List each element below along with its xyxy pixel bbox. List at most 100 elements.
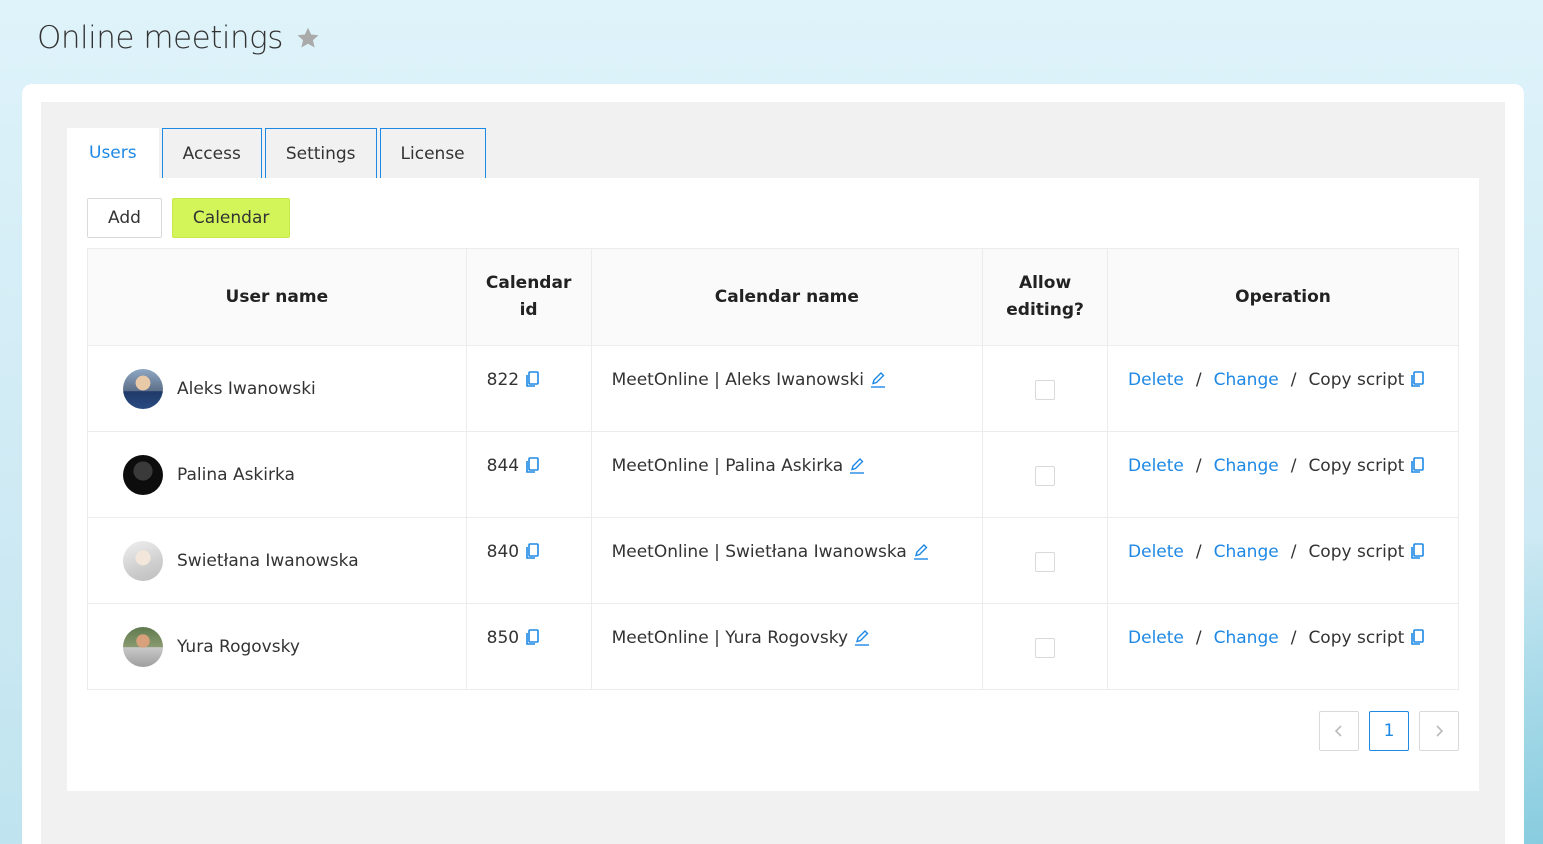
operation-separator: /	[1290, 628, 1297, 648]
cell-calendar-id: 850	[465, 603, 592, 690]
allow-editing-checkbox[interactable]	[1035, 638, 1056, 658]
header-calendar-id-line2: id	[519, 300, 538, 320]
calendar-name: MeetOnline | Yura Rogovsky	[611, 628, 849, 648]
allow-editing-checkbox[interactable]	[1035, 466, 1056, 486]
user-cell: Palina Askirka	[123, 454, 466, 495]
cell-allow-editing	[982, 431, 1109, 518]
calendar-name: MeetOnline | Swietłana Iwanowska	[611, 542, 907, 562]
change-link[interactable]: Change	[1214, 456, 1279, 476]
header-user-name: User name	[87, 248, 467, 346]
user-cell: Aleks Iwanowski	[123, 368, 466, 409]
calendar-button[interactable]: Calendar	[171, 198, 291, 238]
operation-separator: /	[1290, 456, 1297, 476]
operation-separator: /	[1290, 370, 1297, 390]
copy-id-icon[interactable]	[525, 371, 539, 393]
table-row: Aleks Iwanowski 822 MeetOnline | Aleks I…	[87, 345, 1459, 432]
edit-pencil-icon[interactable]	[854, 629, 870, 651]
cell-calendar-name: MeetOnline | Swietłana Iwanowska	[590, 517, 984, 604]
cell-user: Yura Rogovsky	[87, 603, 467, 690]
delete-link[interactable]: Delete	[1128, 542, 1184, 562]
page-1-button[interactable]: 1	[1369, 711, 1409, 751]
delete-link[interactable]: Delete	[1128, 628, 1184, 648]
calendar-id: 822	[486, 370, 520, 390]
user-name: Swietłana Iwanowska	[177, 550, 359, 571]
users-table: User name Calendar id Calendar name Allow…	[87, 248, 1459, 690]
table-header-row: User name Calendar id Calendar name Allow…	[87, 248, 1459, 346]
header-operation: Operation	[1107, 248, 1459, 346]
cell-allow-editing	[982, 345, 1109, 432]
header-calendar-name: Calendar name	[590, 248, 984, 346]
calendar-id: 844	[486, 456, 520, 476]
user-name: Aleks Iwanowski	[177, 378, 316, 399]
operation-separator: /	[1195, 628, 1202, 648]
avatar	[123, 540, 163, 581]
copy-script-label: Copy script	[1308, 542, 1405, 562]
chevron-left-icon[interactable]	[1319, 711, 1359, 751]
add-button[interactable]: Add	[87, 198, 162, 238]
cell-user: Aleks Iwanowski	[87, 345, 467, 432]
change-link[interactable]: Change	[1214, 370, 1279, 390]
copy-id-icon[interactable]	[525, 457, 539, 479]
calendar-id: 840	[486, 542, 520, 562]
avatar	[123, 368, 163, 409]
header-calendar-id-line1: Calendar	[485, 273, 572, 293]
tab-bar: Users Access Settings License	[67, 128, 486, 178]
chevron-right-icon[interactable]	[1419, 711, 1459, 751]
page-header: Online meetings	[37, 16, 321, 60]
edit-pencil-icon[interactable]	[913, 543, 929, 565]
edit-pencil-icon[interactable]	[870, 371, 886, 393]
tab-access[interactable]: Access	[161, 128, 262, 178]
cell-calendar-id: 822	[465, 345, 592, 432]
delete-link[interactable]: Delete	[1128, 370, 1184, 390]
operation-separator: /	[1290, 542, 1297, 562]
tab-settings[interactable]: Settings	[264, 128, 377, 178]
change-link[interactable]: Change	[1214, 628, 1279, 648]
outer-panel: Users Access Settings License Add Calend…	[22, 84, 1524, 844]
calendar-name: MeetOnline | Palina Askirka	[611, 456, 844, 476]
avatar	[123, 626, 163, 667]
calendar-name: MeetOnline | Aleks Iwanowski	[611, 370, 864, 390]
calendar-id: 850	[486, 628, 520, 648]
copy-script-label: Copy script	[1308, 370, 1405, 390]
cell-allow-editing	[982, 517, 1109, 604]
user-cell: Yura Rogovsky	[123, 626, 466, 667]
operation-separator: /	[1195, 542, 1202, 562]
favorite-star-icon[interactable]	[295, 25, 321, 51]
cell-operation: Delete / Change / Copy script	[1107, 517, 1459, 604]
table-row: Palina Askirka 844 MeetOnline | Palina A…	[87, 431, 1459, 518]
header-allow-editing: Allow editing?	[982, 248, 1109, 346]
cell-operation: Delete / Change / Copy script	[1107, 345, 1459, 432]
cell-operation: Delete / Change / Copy script	[1107, 603, 1459, 690]
cell-user: Swietłana Iwanowska	[87, 517, 467, 604]
operation-separator: /	[1195, 370, 1202, 390]
cell-allow-editing	[982, 603, 1109, 690]
copy-script-label: Copy script	[1308, 456, 1405, 476]
cell-calendar-name: MeetOnline | Aleks Iwanowski	[590, 345, 984, 432]
header-allow-line2: editing?	[1006, 300, 1084, 320]
copy-id-icon[interactable]	[525, 629, 539, 651]
copy-id-icon[interactable]	[525, 543, 539, 565]
pagination: 1	[1319, 711, 1459, 751]
page-title: Online meetings	[37, 20, 283, 56]
cell-operation: Delete / Change / Copy script	[1107, 431, 1459, 518]
tab-license[interactable]: License	[379, 128, 486, 178]
copy-script-label: Copy script	[1308, 628, 1405, 648]
allow-editing-checkbox[interactable]	[1035, 552, 1056, 572]
cell-calendar-name: MeetOnline | Palina Askirka	[590, 431, 984, 518]
user-cell: Swietłana Iwanowska	[123, 540, 466, 581]
table-row: Swietłana Iwanowska 840 MeetOnline | Swi…	[87, 517, 1459, 604]
users-tab-content: Add Calendar User name Calendar id Calend…	[67, 178, 1479, 791]
allow-editing-checkbox[interactable]	[1035, 380, 1056, 400]
copy-script-icon[interactable]	[1410, 371, 1425, 393]
change-link[interactable]: Change	[1214, 542, 1279, 562]
tab-users[interactable]: Users	[67, 128, 159, 178]
edit-pencil-icon[interactable]	[849, 457, 865, 479]
user-name: Yura Rogovsky	[177, 636, 300, 657]
delete-link[interactable]: Delete	[1128, 456, 1184, 476]
copy-script-icon[interactable]	[1410, 457, 1425, 479]
copy-script-icon[interactable]	[1410, 629, 1425, 651]
copy-script-icon[interactable]	[1410, 543, 1425, 565]
inner-panel: Users Access Settings License Add Calend…	[41, 102, 1505, 844]
user-name: Palina Askirka	[177, 464, 295, 485]
avatar	[123, 454, 163, 495]
